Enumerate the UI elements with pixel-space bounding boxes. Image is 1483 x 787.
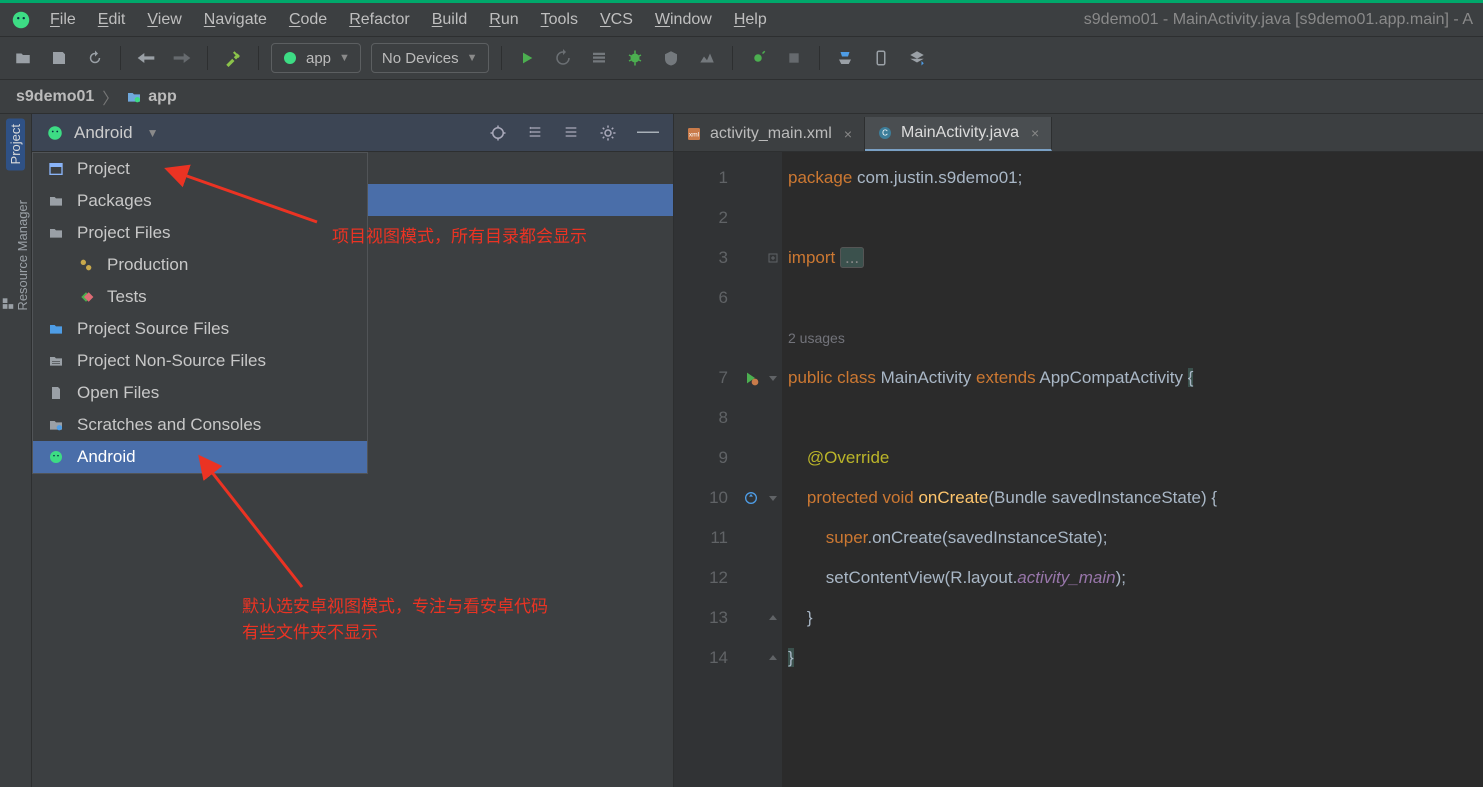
diamond-icon <box>77 288 95 306</box>
menu-run[interactable]: Run <box>489 11 518 28</box>
sdk-icon[interactable] <box>904 45 930 71</box>
folder-icon <box>47 224 65 242</box>
menu-file[interactable]: File <box>50 11 76 28</box>
view-option-open-files[interactable]: Open Files <box>33 377 367 409</box>
open-icon[interactable] <box>10 45 36 71</box>
run-icon[interactable] <box>514 45 540 71</box>
svg-text:xml: xml <box>689 132 700 139</box>
android-studio-logo-icon <box>10 9 32 31</box>
menu-view[interactable]: View <box>147 11 181 28</box>
gear-icon[interactable] <box>599 124 617 142</box>
window-icon <box>47 160 65 178</box>
svg-text:C: C <box>882 129 888 138</box>
code-content[interactable]: package com.justin.s9demo01;import ...2 … <box>782 152 1483 787</box>
menu-code[interactable]: Code <box>289 11 327 28</box>
chevron-down-icon: ▼ <box>339 52 350 64</box>
stop-icon[interactable] <box>781 45 807 71</box>
cogs-icon <box>77 256 95 274</box>
menu-vcs[interactable]: VCS <box>600 11 633 28</box>
view-option-project[interactable]: Project <box>33 153 367 185</box>
annotation-top: 项目视图模式，所有目录都会显示 <box>332 224 587 250</box>
folder-blue-icon <box>47 320 65 338</box>
view-option-android[interactable]: Android <box>33 441 367 473</box>
menu-window[interactable]: Window <box>655 11 712 28</box>
build-icon[interactable] <box>220 45 246 71</box>
view-option-production[interactable]: Production <box>33 249 367 281</box>
menu-tools[interactable]: Tools <box>541 11 578 28</box>
run-config-label: app <box>306 50 331 67</box>
folder-clock-icon <box>47 416 65 434</box>
menu-build[interactable]: Build <box>432 11 468 28</box>
tool-tab-project[interactable]: Project <box>6 118 25 170</box>
menu-edit[interactable]: Edit <box>98 11 126 28</box>
view-option-project-source-files[interactable]: Project Source Files <box>33 313 367 345</box>
editor-area: xmlactivity_main.xml×CMainActivity.java×… <box>674 114 1483 787</box>
profiler-icon[interactable] <box>694 45 720 71</box>
tree-selection-highlight <box>368 184 673 216</box>
view-option-project-files[interactable]: Project Files <box>33 217 367 249</box>
locate-icon[interactable] <box>489 124 507 142</box>
run-config-selector[interactable]: app ▼ <box>271 43 361 73</box>
breadcrumb: s9demo01 〉 app <box>0 80 1483 114</box>
tool-tab-resource-manager[interactable]: Resource Manager <box>1 194 30 317</box>
view-option-tests[interactable]: Tests <box>33 281 367 313</box>
file-icon <box>47 384 65 402</box>
view-option-packages[interactable]: Packages <box>33 185 367 217</box>
folder-icon <box>47 192 65 210</box>
menu-navigate[interactable]: Navigate <box>204 11 267 28</box>
project-view-selector[interactable]: Android ▼ — <box>32 114 673 152</box>
android-icon <box>47 448 65 466</box>
main-toolbar: app ▼ No Devices ▼ <box>0 36 1483 80</box>
annotation-bottom: 默认选安卓视图模式，专注与看安卓代码 有些文件夹不显示 <box>242 594 548 645</box>
window-title: s9demo01 - MainActivity.java [s9demo01.a… <box>1084 11 1473 29</box>
chevron-down-icon: ▼ <box>467 52 478 64</box>
hide-icon[interactable]: — <box>637 124 659 142</box>
folder-lines-icon <box>47 352 65 370</box>
avd-icon[interactable] <box>868 45 894 71</box>
forward-icon[interactable] <box>169 45 195 71</box>
tool-window-bar-left: Project Resource Manager <box>0 114 32 787</box>
project-view-dropdown: ProjectPackagesProject FilesProductionTe… <box>32 152 368 474</box>
collapse-all-icon[interactable] <box>563 124 579 142</box>
breadcrumb-module[interactable]: app <box>126 88 176 106</box>
debug-icon[interactable] <box>622 45 648 71</box>
attach-debugger-icon[interactable] <box>745 45 771 71</box>
project-view-label: Android <box>74 123 133 143</box>
sync-icon[interactable] <box>832 45 858 71</box>
line-number-gutter: 12367891011121314 <box>674 152 738 787</box>
menu-help[interactable]: Help <box>734 11 767 28</box>
editor-tab-MainActivity-java[interactable]: CMainActivity.java× <box>865 117 1052 151</box>
editor-tab-bar: xmlactivity_main.xml×CMainActivity.java× <box>674 114 1483 152</box>
device-selector[interactable]: No Devices ▼ <box>371 43 489 73</box>
breadcrumb-root[interactable]: s9demo01 <box>16 88 94 106</box>
project-tool-window: Android ▼ — ProjectPackagesProject Files… <box>32 114 674 787</box>
view-option-scratches-and-consoles[interactable]: Scratches and Consoles <box>33 409 367 441</box>
menu-refactor[interactable]: Refactor <box>349 11 409 28</box>
close-icon[interactable]: × <box>1031 125 1039 141</box>
close-icon[interactable]: × <box>844 126 852 142</box>
debug-attach-icon[interactable] <box>586 45 612 71</box>
back-icon[interactable] <box>133 45 159 71</box>
coverage-icon[interactable] <box>658 45 684 71</box>
save-icon[interactable] <box>46 45 72 71</box>
view-option-project-non-source-files[interactable]: Project Non-Source Files <box>33 345 367 377</box>
apply-changes-icon[interactable] <box>550 45 576 71</box>
chevron-down-icon: ▼ <box>147 126 159 140</box>
fold-gutter <box>764 152 782 787</box>
gutter-icons <box>738 152 764 787</box>
chevron-right-icon: 〉 <box>102 85 118 109</box>
device-label: No Devices <box>382 50 459 67</box>
expand-all-icon[interactable] <box>527 124 543 142</box>
menu-bar: File Edit View Navigate Code Refactor Build Run… <box>0 0 1483 36</box>
refresh-icon[interactable] <box>82 45 108 71</box>
editor-tab-activity_main-xml[interactable]: xmlactivity_main.xml× <box>674 117 865 151</box>
